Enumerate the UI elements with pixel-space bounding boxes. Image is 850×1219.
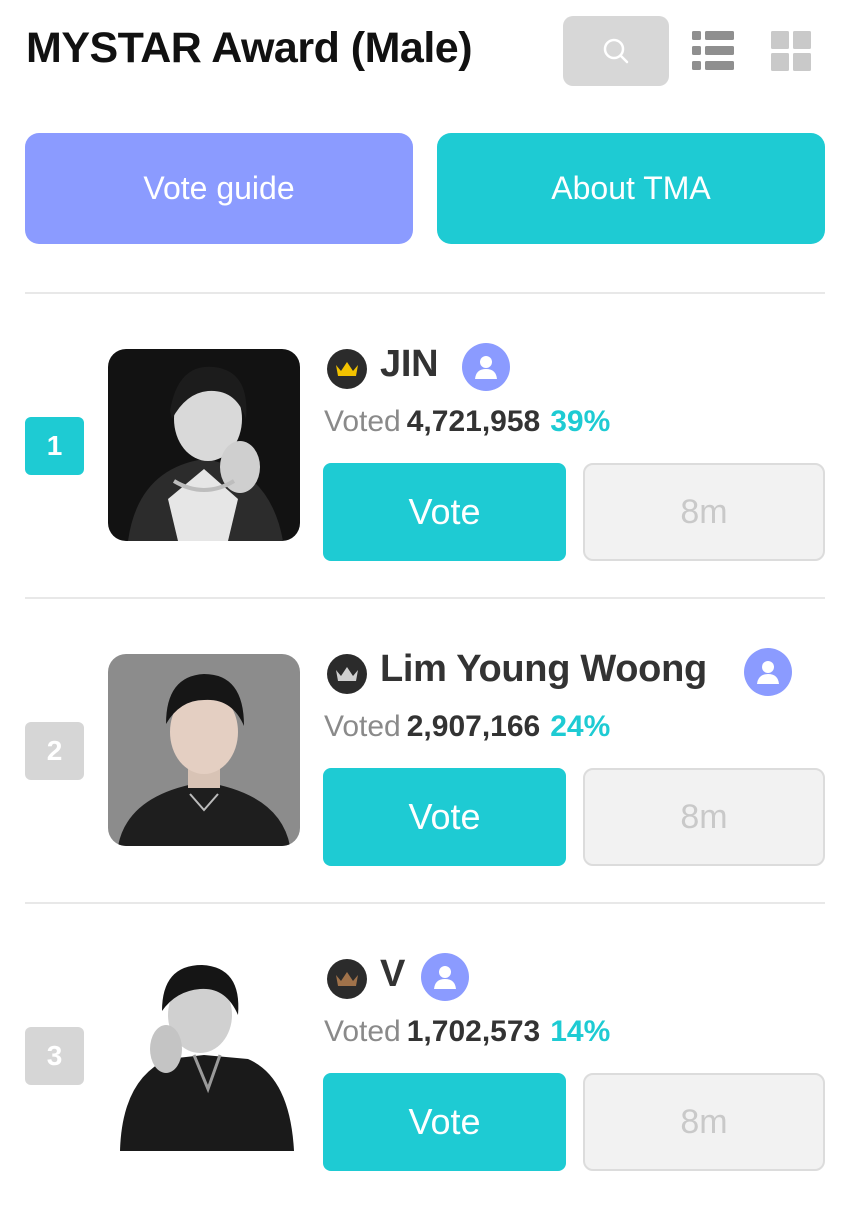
candidate-photo[interactable] — [108, 349, 300, 541]
candidate-name: JIN — [380, 343, 439, 385]
list-view-icon — [692, 31, 734, 70]
candidate-entry: 2 Lim Young Woong Voted 2,907,166 24% Vote… — [0, 648, 850, 914]
rank-badge: 1 — [25, 417, 84, 475]
vote-button[interactable]: Vote — [323, 768, 566, 866]
page-title: MYSTAR Award (Male) — [26, 24, 473, 72]
candidate-photo[interactable] — [108, 654, 300, 846]
candidate-name: Lim Young Woong — [380, 648, 707, 690]
candidate-name: V — [380, 953, 406, 995]
divider — [25, 597, 825, 599]
candidate-photo[interactable] — [108, 959, 300, 1151]
vote-button[interactable]: Vote — [323, 1073, 566, 1171]
rank-badge: 2 — [25, 722, 84, 780]
vote-stats: Voted 1,702,573 14% — [324, 1015, 610, 1049]
vote-percent: 24% — [550, 710, 611, 743]
candidate-entry: 1 JIN Voted 4,721,958 39% Vote 8m — [0, 343, 850, 609]
vote-percent: 39% — [550, 405, 611, 438]
cooldown-timer: 8m — [583, 463, 825, 561]
voted-label: Voted — [324, 1015, 401, 1048]
vote-count: 2,907,166 — [406, 710, 541, 743]
about-tma-button[interactable]: About TMA — [437, 133, 825, 244]
profile-button[interactable] — [744, 648, 792, 696]
voted-label: Voted — [324, 710, 401, 743]
profile-button[interactable] — [462, 343, 510, 391]
profile-button[interactable] — [421, 953, 469, 1001]
grid-view-button[interactable] — [768, 28, 814, 74]
divider — [25, 902, 825, 904]
divider — [25, 292, 825, 294]
list-view-button[interactable] — [690, 28, 736, 74]
header: MYSTAR Award (Male) — [0, 0, 850, 110]
cooldown-timer: 8m — [583, 768, 825, 866]
vote-percent: 14% — [550, 1015, 611, 1048]
voted-label: Voted — [324, 405, 401, 438]
gold-crown-icon — [327, 349, 367, 389]
vote-stats: Voted 4,721,958 39% — [324, 405, 610, 439]
user-icon — [475, 356, 497, 379]
grid-view-icon — [771, 31, 811, 71]
silver-crown-icon — [327, 654, 367, 694]
vote-count: 1,702,573 — [406, 1015, 541, 1048]
vote-count: 4,721,958 — [406, 405, 541, 438]
bronze-crown-icon — [327, 959, 367, 999]
vote-guide-button[interactable]: Vote guide — [25, 133, 413, 244]
user-icon — [434, 966, 456, 989]
search-button[interactable] — [563, 16, 669, 86]
vote-button[interactable]: Vote — [323, 463, 566, 561]
vote-stats: Voted 2,907,166 24% — [324, 710, 610, 744]
candidate-entry: 3 V Voted 1,702,573 14% Vote 8m — [0, 953, 850, 1219]
rank-badge: 3 — [25, 1027, 84, 1085]
user-icon — [757, 661, 779, 684]
cooldown-timer: 8m — [583, 1073, 825, 1171]
search-icon — [603, 38, 629, 64]
